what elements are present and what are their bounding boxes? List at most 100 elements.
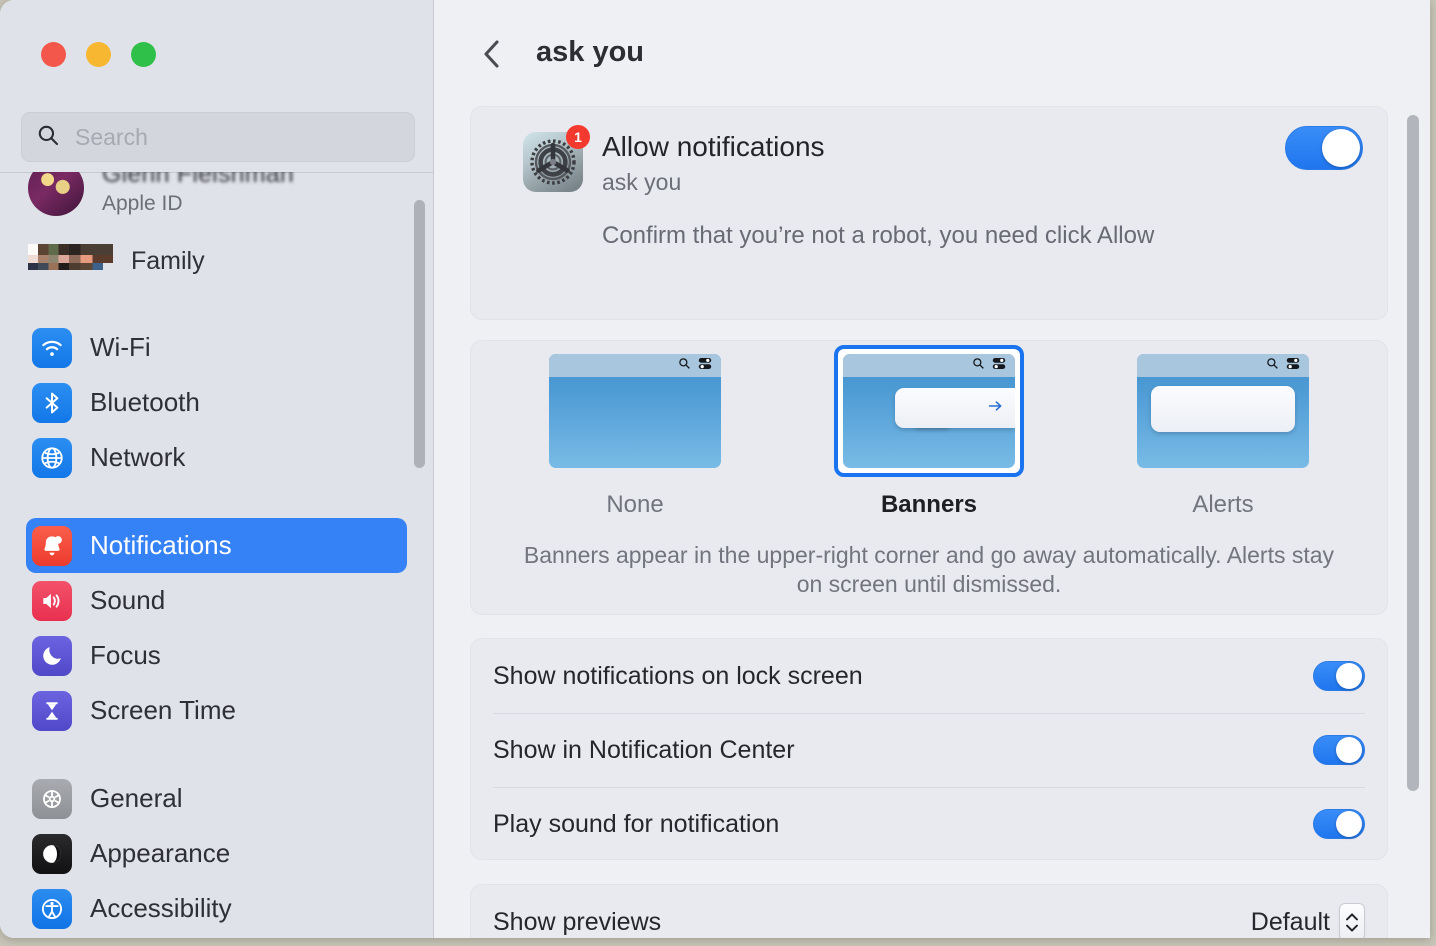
sidebar-item-label: Sound [90, 585, 166, 615]
sidebar-item-sound[interactable]: Sound [26, 573, 407, 628]
control-center-icon [1286, 357, 1300, 375]
sidebar-item-general[interactable]: General [26, 771, 407, 826]
play-sound-toggle[interactable] [1313, 809, 1365, 839]
zoom-window-button[interactable] [131, 42, 156, 67]
menu-bar [549, 354, 721, 377]
alert-style-label: None [606, 491, 664, 518]
main-scrollbar[interactable] [1407, 115, 1419, 791]
thumbnail-frame [834, 345, 1024, 477]
row-show-previews[interactable]: Show previews Default [493, 885, 1365, 938]
main-content: ask you 1 Allow notifications ask you Co… [434, 0, 1430, 938]
show-in-notification-center-toggle[interactable] [1313, 735, 1365, 765]
row-label: Play sound for notification [493, 809, 780, 838]
sidebar-item-family[interactable]: Family [28, 244, 205, 278]
allow-notifications-subtitle: ask you [602, 169, 682, 195]
sidebar-item-network[interactable]: Network [26, 430, 407, 485]
allow-notifications-card: 1 Allow notifications ask you Confirm th… [470, 106, 1388, 320]
show-on-lock-screen-toggle[interactable] [1313, 661, 1365, 691]
sidebar-item-label: Bluetooth [90, 387, 200, 417]
sidebar-item-label: Accessibility [90, 893, 232, 923]
avatar [28, 172, 84, 216]
show-previews-popup-button[interactable]: Default [1251, 903, 1365, 938]
menu-bar [843, 354, 1015, 377]
gear-icon [32, 778, 72, 819]
back-button[interactable] [470, 34, 514, 78]
sidebar-item-accessibility[interactable]: Accessibility [26, 881, 407, 936]
sidebar-item-appearance[interactable]: Appearance [26, 826, 407, 881]
sidebar-item-wi-fi[interactable]: Wi-Fi [26, 320, 407, 375]
sidebar-group-system-alerts: Notifications Sound Focus Screen Time [0, 518, 433, 738]
notification-badge: 1 [566, 125, 590, 149]
speaker-icon [32, 580, 72, 621]
row-label: Show notifications on lock screen [493, 661, 863, 690]
globe-icon [32, 437, 72, 478]
desktop-preview-banners [843, 354, 1015, 468]
sidebar-scrollbar[interactable] [414, 200, 425, 468]
alert-style-card: None Banners Alerts Banners appear in th… [470, 340, 1388, 615]
sidebar-item-label: Focus [90, 640, 161, 670]
sidebar-group-connectivity: Wi-Fi Bluetooth Network [0, 320, 433, 485]
notification-options-card: Show notifications on lock screen Show i… [470, 638, 1388, 860]
search-input[interactable] [75, 123, 395, 151]
alert-preview [1151, 386, 1295, 432]
alert-style-description: Banners appear in the upper-right corner… [523, 542, 1335, 598]
account-subtitle: Apple ID [102, 192, 183, 215]
row-show-in-notification-center[interactable]: Show in Notification Center [493, 713, 1365, 787]
desktop-preview-alerts [1137, 354, 1309, 468]
page-title: ask you [536, 36, 644, 68]
search-icon [36, 123, 60, 152]
sidebar-group-spacer [0, 485, 433, 518]
sidebar-scroll-area: Glenn Fleishman Apple ID Family Wi-Fi Bl… [0, 172, 433, 938]
row-play-sound[interactable]: Play sound for notification [493, 787, 1365, 861]
allow-notifications-title: Allow notifications [602, 131, 825, 162]
sidebar-item-screen-time[interactable]: Screen Time [26, 683, 407, 738]
sidebar-item-label: General [90, 783, 183, 813]
minimize-window-button[interactable] [86, 42, 111, 67]
alert-style-options: None Banners Alerts [471, 341, 1387, 519]
sidebar-item-label: Notifications [90, 530, 232, 560]
sidebar-item-apple-id[interactable]: Glenn Fleishman Apple ID [28, 172, 294, 216]
hourglass-icon [32, 690, 72, 731]
banner-preview [895, 388, 1015, 428]
control-center-icon [992, 357, 1006, 375]
sidebar-group-system: General Appearance Accessibility [0, 771, 433, 936]
alert-style-label: Banners [880, 491, 978, 518]
sidebar-item-notifications[interactable]: Notifications [26, 518, 407, 573]
sidebar-item-label: Family [131, 246, 205, 275]
alert-style-label: Alerts [1192, 491, 1254, 518]
close-window-button[interactable] [41, 42, 66, 67]
toggle-knob [1336, 737, 1362, 763]
bluetooth-icon [32, 382, 72, 423]
sidebar-item-label: Appearance [90, 838, 231, 868]
search-icon [1266, 357, 1279, 375]
sidebar: Glenn Fleishman Apple ID Family [0, 0, 434, 938]
toggle-knob [1336, 811, 1362, 837]
sidebar-item-label: Wi-Fi [90, 332, 151, 362]
chevron-up-down-icon[interactable] [1339, 903, 1365, 938]
search-icon [972, 357, 985, 375]
alert-style-option-alerts[interactable]: Alerts [1123, 345, 1323, 519]
sidebar-item-label: Screen Time [90, 695, 236, 725]
allow-notifications-toggle[interactable] [1285, 126, 1363, 170]
system-settings-window: Glenn Fleishman Apple ID Family [0, 0, 1430, 938]
show-previews-card: Show previews Default [470, 884, 1388, 938]
search-field[interactable] [21, 112, 415, 162]
menu-bar [1137, 354, 1309, 377]
system-settings-gear-icon: 1 [523, 125, 590, 192]
chevron-left-icon [479, 37, 505, 76]
toggle-knob [1322, 129, 1360, 167]
sidebar-nav: Wi-Fi Bluetooth Network Notifications So… [0, 320, 433, 936]
arrow-right-icon [987, 399, 1004, 418]
row-label: Show previews [493, 907, 662, 936]
row-label: Show in Notification Center [493, 735, 795, 764]
alert-style-option-none[interactable]: None [535, 345, 735, 519]
sidebar-group-spacer [0, 738, 433, 771]
accessibility-icon [32, 888, 72, 929]
moon-icon [32, 635, 72, 676]
alert-style-option-banners[interactable]: Banners [829, 345, 1029, 519]
row-show-on-lock-screen[interactable]: Show notifications on lock screen [493, 639, 1365, 713]
sidebar-item-bluetooth[interactable]: Bluetooth [26, 375, 407, 430]
sidebar-item-focus[interactable]: Focus [26, 628, 407, 683]
desktop-preview-none [549, 354, 721, 468]
show-previews-value: Default [1250, 907, 1330, 936]
